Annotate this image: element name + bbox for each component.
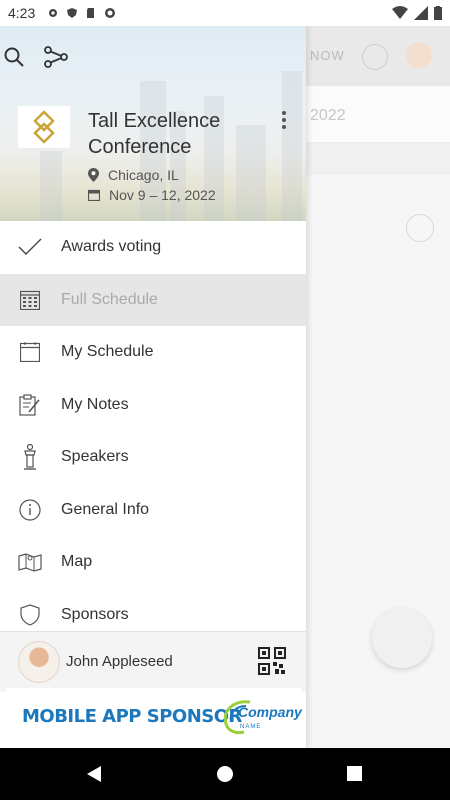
menu-item-awards-voting[interactable]: Awards voting (0, 221, 306, 274)
menu-item-label: Sponsors (61, 605, 129, 623)
filter-icon[interactable] (362, 44, 388, 70)
settings-icon (49, 9, 58, 17)
system-navigation-bar (0, 748, 450, 800)
section-row (306, 143, 450, 175)
checkmark-icon (18, 235, 42, 259)
drawer-menu: Awards voting Full Schedule My Schedule (0, 221, 306, 641)
back-icon[interactable] (86, 766, 102, 782)
signal-icon (414, 6, 428, 20)
calendar-icon (18, 340, 42, 364)
status-bar: 4:23 (0, 0, 450, 26)
status-right-icons (392, 6, 442, 20)
network-icon[interactable] (44, 45, 68, 69)
drawer-header: Tall Excellence Conference Chicago, IL N… (0, 26, 306, 221)
podium-icon (18, 444, 42, 470)
date-year: 2022 (310, 107, 346, 124)
map-icon (18, 550, 42, 574)
user-profile-bar[interactable]: John Appleseed (0, 631, 306, 692)
sync-icon (105, 8, 116, 18)
home-icon[interactable] (217, 766, 233, 782)
wifi-icon (392, 6, 408, 19)
sponsor-banner[interactable]: MOBILE APP SPONSOR Company NAME (6, 688, 302, 745)
status-time: 4:23 (8, 5, 36, 21)
battery-icon (434, 6, 442, 20)
shield-status-icon (67, 8, 78, 18)
dates-text: Nov 9 – 12, 2022 (109, 187, 216, 203)
company-name-sub: NAME (240, 724, 262, 730)
menu-item-label: General Info (61, 500, 150, 518)
recents-icon[interactable] (347, 766, 362, 781)
menu-item-label: Awards voting (61, 238, 162, 256)
more-options-icon[interactable] (282, 111, 286, 132)
location-text: Chicago, IL (108, 167, 179, 183)
qr-code-icon[interactable] (258, 647, 286, 675)
company-name: Company (238, 704, 302, 720)
avatar[interactable] (18, 641, 60, 683)
menu-item-label: Map (61, 553, 93, 571)
now-button[interactable]: NOW (310, 48, 345, 63)
calendar-small-icon (88, 189, 100, 201)
menu-item-speakers[interactable]: Speakers (0, 431, 306, 484)
menu-item-map[interactable]: Map (0, 536, 306, 589)
search-icon[interactable] (3, 46, 25, 68)
conference-title: Tall Excellence Conference (88, 110, 221, 158)
calendar-grid-icon (18, 288, 42, 312)
company-logo: Company NAME (220, 698, 302, 738)
location-pin-icon (88, 168, 99, 182)
add-icon[interactable] (406, 214, 434, 242)
navigation-drawer: Tall Excellence Conference Chicago, IL N… (0, 26, 306, 748)
add-note-fab[interactable] (372, 608, 432, 668)
sd-card-icon (87, 8, 95, 18)
menu-item-label: My Notes (61, 395, 129, 413)
background-app: NOW 2022 (306, 26, 450, 748)
profile-avatar[interactable] (406, 42, 432, 68)
info-icon (18, 498, 42, 522)
conference-location: Chicago, IL (88, 167, 179, 183)
notes-icon (18, 393, 42, 417)
menu-item-full-schedule[interactable]: Full Schedule (0, 273, 306, 326)
diamond-logo-icon (33, 110, 55, 144)
conference-logo (18, 106, 70, 148)
menu-item-label: Full Schedule (61, 290, 158, 308)
menu-item-general-info[interactable]: General Info (0, 484, 306, 537)
menu-item-label: My Schedule (61, 343, 154, 361)
sponsor-banner-text: MOBILE APP SPONSOR (22, 706, 242, 727)
menu-item-my-notes[interactable]: My Notes (0, 379, 306, 432)
conference-dates: Nov 9 – 12, 2022 (88, 187, 216, 203)
menu-item-my-schedule[interactable]: My Schedule (0, 326, 306, 379)
menu-item-label: Speakers (61, 448, 129, 466)
user-name: John Appleseed (66, 653, 173, 670)
shield-icon (18, 603, 42, 627)
